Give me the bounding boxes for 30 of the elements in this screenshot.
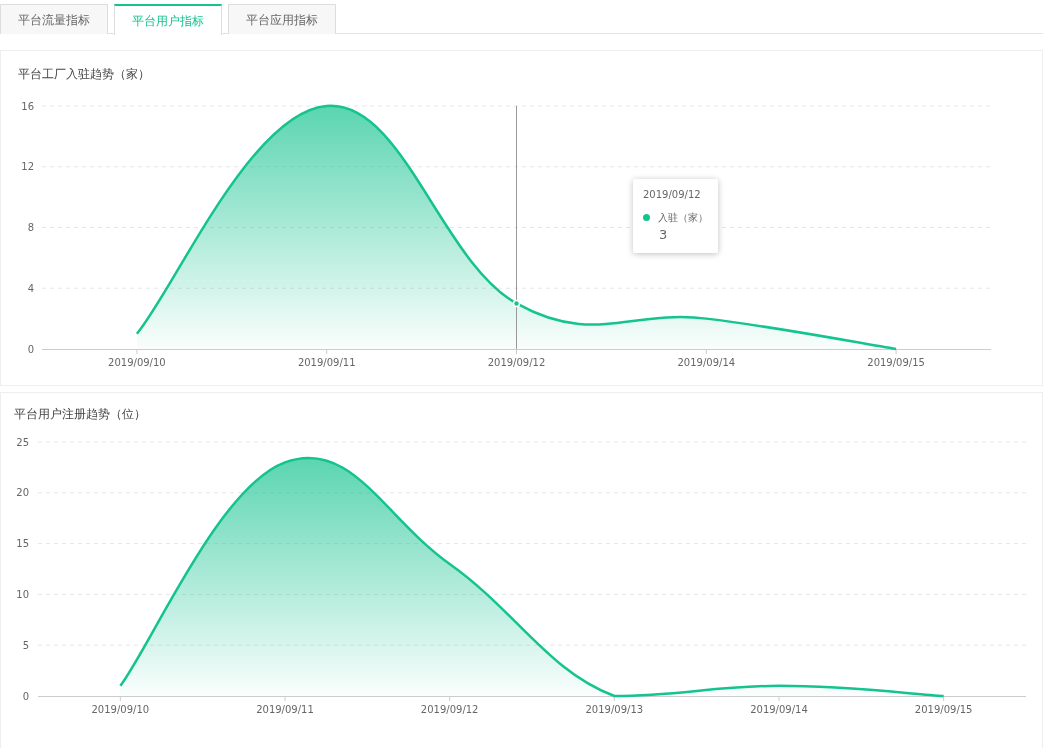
data-point — [512, 299, 521, 308]
x-tick-label: 2019/09/15 — [867, 357, 925, 368]
x-tick-label: 2019/09/11 — [256, 704, 314, 715]
x-tick-label: 2019/09/11 — [297, 357, 356, 368]
tooltip-title: 2019/09/12 — [643, 188, 702, 202]
y-tick-label: 4 — [27, 282, 34, 294]
x-tick-label: 2019/09/10 — [91, 704, 150, 715]
x-tick-label: 2019/09/15 — [914, 704, 973, 715]
x-tick-label: 2019/09/12 — [420, 704, 479, 715]
tab[interactable]: 平台流量指标 — [0, 4, 108, 34]
y-tick-label: 0 — [22, 690, 29, 702]
y-tick-label: 8 — [27, 222, 34, 233]
y-tick-label: 12 — [21, 161, 34, 173]
x-tick-label: 2019/09/13 — [585, 704, 644, 715]
y-tick-label: 0 — [27, 343, 34, 355]
series-name: 入驻（家） — [658, 211, 708, 225]
y-tick-label: 20 — [16, 487, 29, 499]
chart-title: 平台用户注册趋势（位） — [13, 406, 146, 423]
tab[interactable]: 平台应用指标 — [228, 4, 336, 34]
x-tick-label: 2019/09/12 — [487, 357, 546, 368]
y-tick-label: 25 — [16, 436, 29, 448]
y-tick-label: 16 — [21, 100, 34, 112]
tooltip-value: 3 — [658, 226, 669, 244]
y-tick-label: 10 — [16, 588, 29, 600]
chart-title: 平台工厂入驻趋势（家） — [17, 66, 150, 83]
x-tick-label: 2019/09/10 — [108, 357, 166, 368]
x-tick-label: 2019/09/14 — [750, 704, 808, 715]
y-tick-label: 5 — [22, 639, 29, 651]
x-tick-label: 2019/09/14 — [677, 357, 736, 368]
y-tick-label: 15 — [16, 538, 29, 550]
